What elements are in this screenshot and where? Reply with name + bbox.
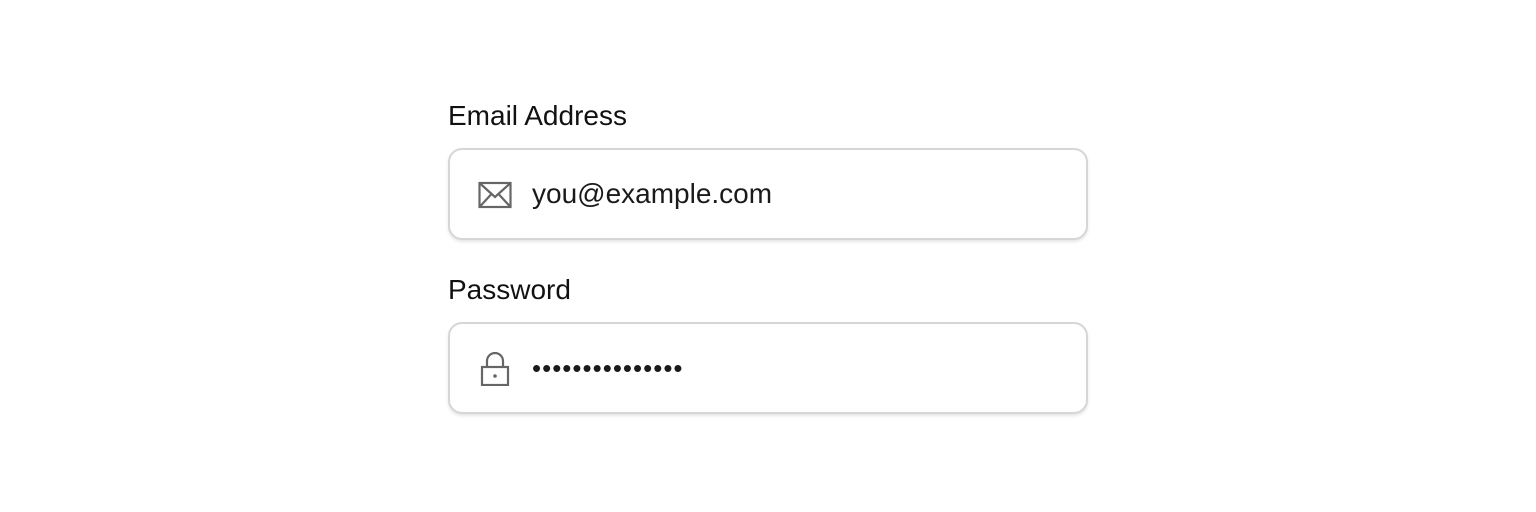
password-input[interactable]: •••••••••••••••	[532, 324, 684, 412]
password-field[interactable]: •••••••••••••••	[448, 322, 1088, 414]
mail-icon	[478, 178, 512, 212]
email-input[interactable]: you@example.com	[532, 150, 772, 238]
email-label: Email Address	[448, 100, 627, 131]
lock-icon	[478, 352, 512, 386]
password-label: Password	[448, 274, 571, 305]
email-field[interactable]: you@example.com	[448, 148, 1088, 240]
